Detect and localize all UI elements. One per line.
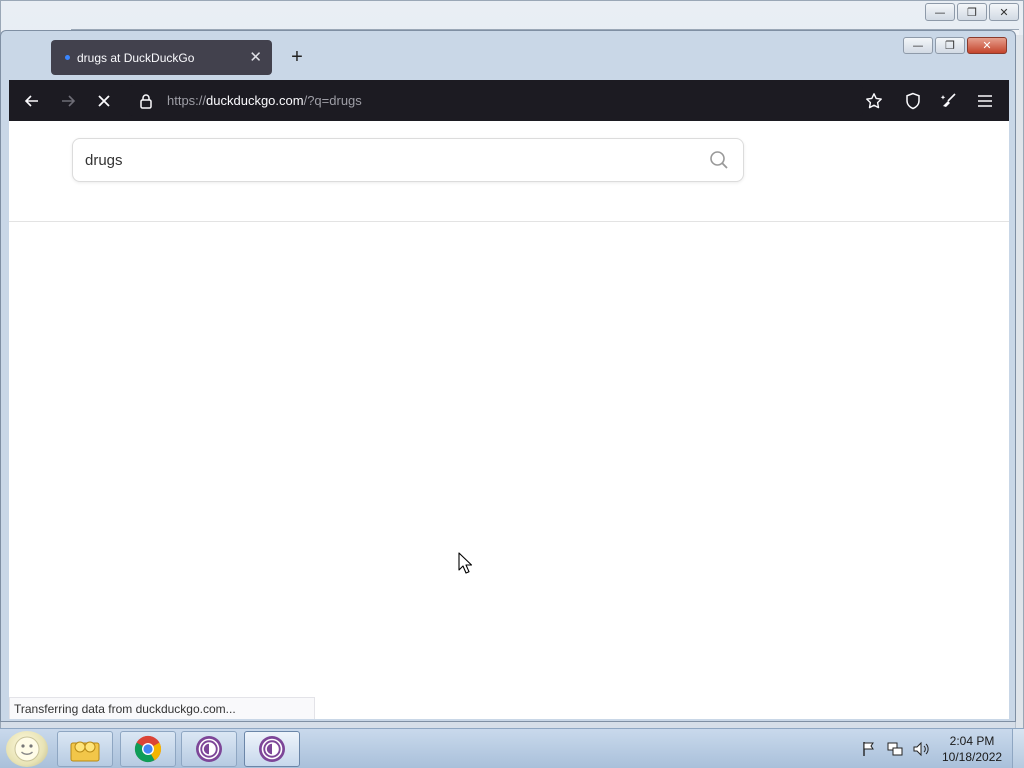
taskbar-file-explorer[interactable]: [57, 731, 113, 767]
window-controls: — ❐ ✕: [903, 37, 1007, 54]
system-tray: 2:04 PM 10/18/2022: [854, 729, 1024, 768]
tor-browser-icon: [259, 736, 285, 762]
search-form: [72, 138, 744, 182]
start-smiley-icon: [14, 736, 40, 762]
lock-icon[interactable]: [139, 93, 159, 109]
url-text[interactable]: https://duckduckgo.com/?q=drugs: [167, 93, 362, 108]
browser-window: — ❐ ✕ drugs at DuckDuckGo ✕ + https://du…: [0, 30, 1016, 722]
url-host: duckduckgo.com: [206, 93, 304, 108]
back-arrow-icon: [24, 95, 38, 107]
minimize-button[interactable]: —: [903, 37, 933, 54]
bg-close-button[interactable]: ✕: [989, 3, 1019, 21]
clock[interactable]: 2:04 PM 10/18/2022: [942, 733, 1002, 765]
new-tab-button[interactable]: +: [285, 45, 309, 69]
star-icon: [866, 93, 882, 109]
taskbar: 2:04 PM 10/18/2022: [0, 728, 1024, 768]
tor-browser-icon: [196, 736, 222, 762]
volume-icon[interactable]: [910, 739, 932, 759]
url-scheme: https://: [167, 93, 207, 108]
new-identity-button[interactable]: [934, 86, 964, 116]
forward-arrow-icon: [62, 95, 76, 107]
show-desktop-button[interactable]: [1012, 729, 1024, 768]
taskbar-chrome[interactable]: [120, 731, 176, 767]
back-button[interactable]: [17, 86, 47, 116]
menu-button[interactable]: [970, 86, 1000, 116]
mouse-pointer-icon: [458, 552, 473, 579]
search-button[interactable]: [707, 148, 731, 172]
loading-indicator-icon: [65, 55, 70, 60]
tab-active[interactable]: drugs at DuckDuckGo ✕: [51, 40, 272, 75]
tab-strip: drugs at DuckDuckGo ✕ +: [9, 39, 889, 75]
forward-button[interactable]: [53, 86, 83, 116]
stop-button[interactable]: [89, 86, 119, 116]
start-button[interactable]: [6, 731, 48, 767]
broom-sparkle-icon: [940, 93, 956, 107]
clock-time: 2:04 PM: [949, 734, 995, 748]
url-path: /?q=drugs: [303, 93, 362, 108]
header-divider: [9, 221, 1009, 222]
taskbar-tor-browser-active[interactable]: [244, 731, 300, 767]
navigation-toolbar: https://duckduckgo.com/?q=drugs: [9, 80, 1009, 121]
close-button[interactable]: ✕: [967, 37, 1007, 54]
folder-people-icon: [70, 741, 100, 762]
maximize-button[interactable]: ❐: [935, 37, 965, 54]
chrome-icon: [134, 735, 162, 763]
network-icon[interactable]: [884, 739, 906, 759]
bg-maximize-button[interactable]: ❐: [957, 3, 987, 21]
address-bar[interactable]: https://duckduckgo.com/?q=drugs: [129, 85, 863, 116]
clock-date: 10/18/2022: [942, 750, 1003, 764]
bg-minimize-button[interactable]: —: [925, 3, 955, 21]
action-center-flag-icon[interactable]: [858, 739, 880, 759]
page-content: Transferring data from duckduckgo.com...: [9, 121, 1009, 719]
bookmark-star-button[interactable]: [859, 86, 889, 116]
hamburger-menu-icon: [978, 95, 992, 107]
tab-title: drugs at DuckDuckGo: [77, 50, 195, 65]
background-window-controls: — ❐ ✕: [925, 3, 1019, 21]
status-bar: Transferring data from duckduckgo.com...: [9, 697, 315, 719]
shield-button[interactable]: [898, 86, 928, 116]
shield-icon: [906, 92, 920, 110]
background-window-edge: [1015, 35, 1023, 731]
search-icon: [710, 151, 728, 169]
taskbar-tor-browser[interactable]: [181, 731, 237, 767]
tab-close-icon[interactable]: ✕: [249, 50, 262, 65]
stop-x-icon: [98, 95, 110, 107]
search-input[interactable]: [85, 151, 707, 169]
